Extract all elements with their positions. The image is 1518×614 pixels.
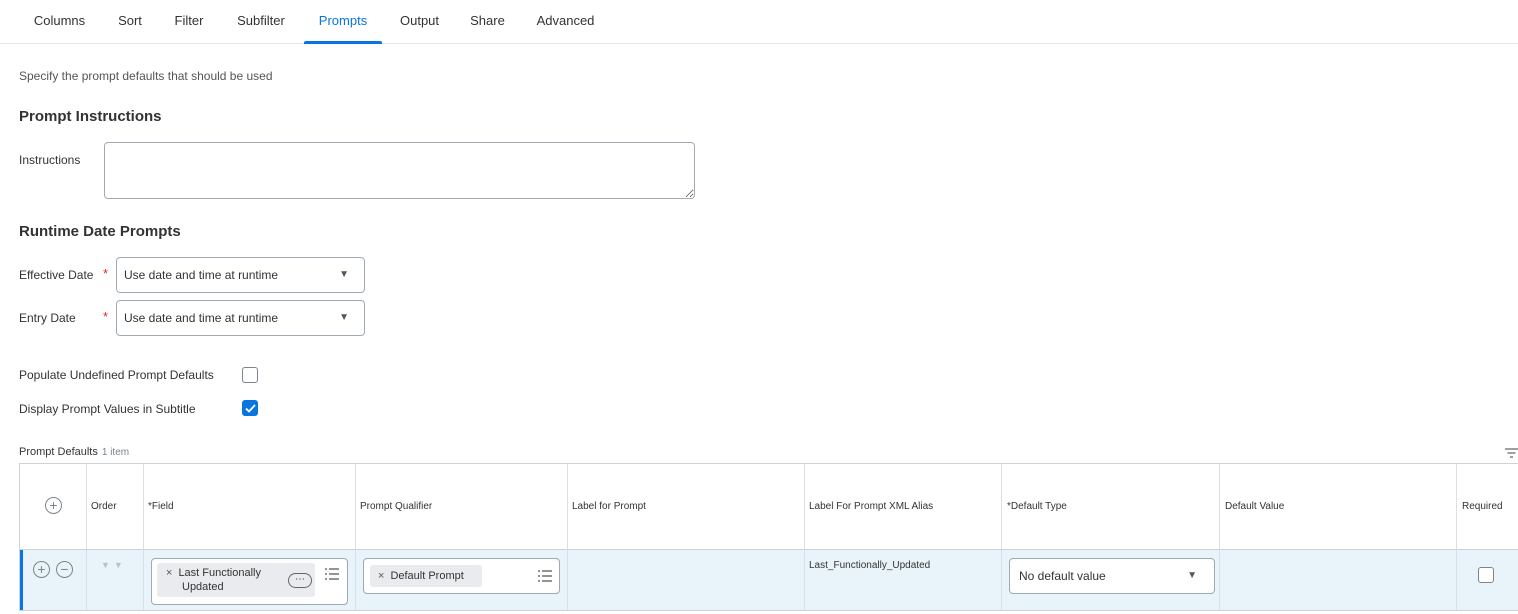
- required-checkbox[interactable]: [1478, 567, 1494, 583]
- column-divider: [86, 550, 87, 610]
- field-value-line1: Last Functionally: [178, 567, 261, 579]
- column-divider: [143, 464, 144, 549]
- column-divider: [1219, 550, 1220, 610]
- column-divider: [804, 550, 805, 610]
- column-header-field[interactable]: *Field: [148, 501, 174, 512]
- display-prompt-values-label: Display Prompt Values in Subtitle: [19, 402, 196, 416]
- entry-date-select[interactable]: Use date and time at runtime ▼: [116, 300, 365, 336]
- item-count: 1 item: [101, 447, 130, 458]
- filter-icon[interactable]: [1505, 447, 1518, 461]
- column-header-xml-alias[interactable]: Label For Prompt XML Alias: [809, 501, 933, 512]
- chevron-down-icon: ▼: [339, 269, 349, 280]
- default-type-value: No default value: [1019, 569, 1106, 583]
- column-divider: [143, 550, 144, 610]
- qualifier-value: Default Prompt: [390, 570, 464, 582]
- remove-icon[interactable]: ×: [166, 567, 172, 579]
- tab-sort[interactable]: Sort: [117, 0, 143, 43]
- column-header-label-for-prompt[interactable]: Label for Prompt: [572, 501, 646, 512]
- instructions-field[interactable]: [104, 142, 695, 199]
- required-marker: *: [103, 309, 109, 324]
- qualifier-pill: × Default Prompt: [370, 565, 482, 587]
- default-type-select[interactable]: No default value ▼: [1009, 558, 1215, 594]
- tab-subfilter[interactable]: Subfilter: [236, 0, 286, 43]
- tab-columns[interactable]: Columns: [33, 0, 86, 43]
- runtime-date-prompts-heading: Runtime Date Prompts: [19, 223, 181, 240]
- column-divider: [355, 550, 356, 610]
- add-row-button[interactable]: +: [45, 497, 62, 514]
- tab-filter[interactable]: Filter: [173, 0, 205, 43]
- instructions-label: Instructions: [19, 153, 81, 167]
- tab-bar: Columns Sort Filter Subfilter Prompts Ou…: [0, 0, 1518, 44]
- prompt-instructions-heading: Prompt Instructions: [19, 108, 162, 125]
- checkmark-icon: [245, 404, 256, 413]
- display-prompt-values-checkbox[interactable]: [242, 400, 258, 416]
- column-header-default-type[interactable]: *Default Type: [1007, 501, 1067, 512]
- reorder-handle-icon[interactable]: ▼▼: [101, 560, 127, 570]
- prompt-defaults-label: Prompt Defaults: [19, 446, 98, 458]
- column-header-order[interactable]: Order: [91, 501, 117, 512]
- populate-undefined-label: Populate Undefined Prompt Defaults: [19, 368, 214, 382]
- column-divider: [1456, 550, 1457, 610]
- column-header-required[interactable]: Required: [1462, 501, 1503, 512]
- column-divider: [567, 550, 568, 610]
- effective-date-label: Effective Date: [19, 268, 94, 282]
- table-row: + − ▼▼ × Last Functionally Updated ⋯ × Def…: [20, 550, 1518, 610]
- tab-advanced[interactable]: Advanced: [536, 0, 595, 43]
- column-divider: [355, 464, 356, 549]
- entry-date-label: Entry Date: [19, 311, 76, 325]
- column-divider: [567, 464, 568, 549]
- column-header-prompt-qualifier[interactable]: Prompt Qualifier: [360, 501, 432, 512]
- field-prompt[interactable]: × Last Functionally Updated ⋯: [151, 558, 348, 605]
- tab-prompts[interactable]: Prompts: [304, 0, 382, 44]
- list-icon[interactable]: [325, 568, 339, 580]
- tab-share[interactable]: Share: [470, 0, 505, 43]
- more-options-icon[interactable]: ⋯: [288, 573, 312, 588]
- column-header-default-value[interactable]: Default Value: [1225, 501, 1284, 512]
- list-icon[interactable]: [538, 570, 552, 582]
- chevron-down-icon: ▼: [339, 312, 349, 323]
- effective-date-value: Use date and time at runtime: [124, 268, 279, 282]
- grid-header: + Order *Field Prompt Qualifier Label fo…: [20, 464, 1518, 550]
- prompt-qualifier-prompt[interactable]: × Default Prompt: [363, 558, 560, 594]
- xml-alias-value: Last_Functionally_Updated: [809, 560, 931, 571]
- column-divider: [86, 464, 87, 549]
- remove-row-button[interactable]: −: [56, 561, 73, 578]
- column-divider: [1001, 464, 1002, 549]
- intro-text: Specify the prompt defaults that should …: [19, 69, 273, 83]
- required-marker: *: [103, 266, 109, 281]
- tab-output[interactable]: Output: [399, 0, 440, 43]
- effective-date-select[interactable]: Use date and time at runtime ▼: [116, 257, 365, 293]
- column-divider: [1219, 464, 1220, 549]
- prompt-defaults-grid: + Order *Field Prompt Qualifier Label fo…: [19, 463, 1518, 611]
- column-divider: [1001, 550, 1002, 610]
- populate-undefined-checkbox[interactable]: [242, 367, 258, 383]
- chevron-down-icon: ▼: [1187, 570, 1197, 581]
- add-row-button[interactable]: +: [33, 561, 50, 578]
- prompt-defaults-title: Prompt Defaults 1 item: [19, 446, 129, 458]
- entry-date-value: Use date and time at runtime: [124, 311, 279, 325]
- column-divider: [804, 464, 805, 549]
- column-divider: [1456, 464, 1457, 549]
- field-value-line2: Updated: [182, 581, 224, 593]
- remove-icon[interactable]: ×: [378, 570, 384, 582]
